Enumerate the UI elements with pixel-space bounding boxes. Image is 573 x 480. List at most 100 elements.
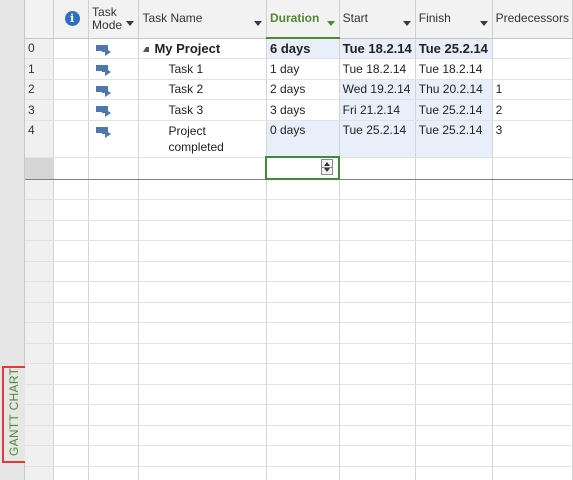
empty-cell[interactable] (339, 261, 416, 282)
empty-cell[interactable] (492, 261, 573, 282)
empty-cell[interactable] (415, 425, 493, 446)
predecessors-cell[interactable] (492, 58, 573, 80)
empty-cell[interactable] (415, 384, 493, 405)
empty-cell[interactable] (266, 363, 340, 385)
empty-cell[interactable] (266, 240, 340, 262)
empty-cell[interactable] (88, 302, 140, 323)
empty-cell[interactable] (53, 240, 90, 262)
empty-cell[interactable] (53, 220, 90, 241)
column-header-start[interactable]: Start (339, 0, 416, 39)
empty-cell[interactable] (88, 179, 140, 200)
select-all-corner[interactable] (25, 0, 54, 39)
empty-cell[interactable] (88, 384, 140, 405)
duration-cell[interactable]: 1 day (266, 58, 340, 80)
empty-cell[interactable] (492, 240, 573, 262)
empty-cell[interactable] (415, 445, 493, 467)
empty-row[interactable] (25, 384, 573, 405)
empty-cell[interactable] (138, 199, 267, 221)
task-mode-cell[interactable] (88, 58, 140, 80)
empty-cell[interactable] (415, 466, 493, 480)
start-cell[interactable] (339, 156, 416, 180)
table-row[interactable]: 3 Task 3 3 days Fri 21.2.14 Tue 25.2.14 … (25, 99, 573, 121)
empty-cell[interactable] (492, 425, 573, 446)
start-cell[interactable]: Fri 21.2.14 (339, 99, 416, 121)
start-cell[interactable]: Tue 25.2.14 (339, 120, 416, 158)
empty-cell[interactable] (492, 281, 573, 303)
empty-cell[interactable] (138, 404, 267, 426)
table-row[interactable]: 2 Task 2 2 days Wed 19.2.14 Thu 20.2.14 … (25, 79, 573, 100)
empty-row[interactable] (25, 220, 573, 241)
empty-cell[interactable] (492, 199, 573, 221)
empty-row[interactable] (25, 466, 573, 480)
empty-cell[interactable] (339, 343, 416, 364)
empty-cell[interactable] (266, 220, 340, 241)
empty-cell[interactable] (339, 179, 416, 200)
empty-row[interactable] (25, 302, 573, 323)
empty-cell[interactable] (339, 404, 416, 426)
empty-cell[interactable] (266, 322, 340, 344)
empty-cell[interactable] (415, 199, 493, 221)
empty-cell[interactable] (339, 363, 416, 385)
task-name-cell[interactable]: My Project (138, 38, 267, 59)
empty-cell[interactable] (88, 425, 140, 446)
task-mode-cell[interactable] (88, 38, 140, 59)
empty-cell[interactable] (53, 384, 90, 405)
row-id[interactable] (25, 384, 54, 405)
empty-cell[interactable] (88, 445, 140, 467)
view-bar[interactable]: GANTT CHART (0, 0, 27, 480)
empty-cell[interactable] (88, 199, 140, 221)
empty-cell[interactable] (53, 302, 90, 323)
empty-cell[interactable] (88, 281, 140, 303)
task-name-cell[interactable]: Task 3 (138, 99, 267, 121)
empty-row[interactable] (25, 425, 573, 446)
empty-row[interactable] (25, 199, 573, 221)
task-name-cell[interactable]: Task 2 (138, 79, 267, 100)
empty-cell[interactable] (88, 343, 140, 364)
empty-cell[interactable] (53, 363, 90, 385)
empty-row[interactable] (25, 343, 573, 364)
row-id[interactable]: 1 (25, 58, 54, 80)
empty-cell[interactable] (266, 179, 340, 200)
duration-input[interactable] (265, 156, 341, 180)
empty-cell[interactable] (53, 261, 90, 282)
empty-cell[interactable] (492, 322, 573, 344)
row-id[interactable]: 0 (25, 38, 54, 59)
task-mode-cell[interactable] (88, 156, 140, 180)
empty-cell[interactable] (138, 281, 267, 303)
empty-cell[interactable] (88, 261, 140, 282)
empty-cell[interactable] (415, 363, 493, 385)
empty-cell[interactable] (88, 322, 140, 344)
predecessors-cell[interactable]: 1 (492, 79, 573, 100)
column-header-indicators[interactable]: i (53, 0, 90, 39)
empty-cell[interactable] (266, 199, 340, 221)
row-id[interactable] (25, 425, 54, 446)
empty-cell[interactable] (339, 199, 416, 221)
indicator-cell[interactable] (53, 156, 90, 180)
column-header-task-name[interactable]: Task Name (138, 0, 267, 39)
empty-cell[interactable] (339, 445, 416, 467)
finish-cell[interactable]: Thu 20.2.14 (415, 79, 493, 100)
empty-cell[interactable] (53, 281, 90, 303)
column-header-task-mode[interactable]: Task Mode (88, 0, 140, 39)
empty-cell[interactable] (339, 322, 416, 344)
empty-cell[interactable] (266, 384, 340, 405)
empty-cell[interactable] (492, 220, 573, 241)
collapse-triangle-icon[interactable] (143, 46, 150, 52)
empty-cell[interactable] (88, 220, 140, 241)
start-cell[interactable]: Tue 18.2.14 (339, 58, 416, 80)
column-header-predecessors[interactable]: Predecessors (492, 0, 573, 39)
empty-cell[interactable] (138, 363, 267, 385)
empty-cell[interactable] (138, 220, 267, 241)
row-id[interactable] (25, 466, 54, 480)
task-name-cell[interactable]: Task 1 (138, 58, 267, 80)
empty-row[interactable] (25, 363, 573, 385)
finish-cell[interactable]: Tue 25.2.14 (415, 38, 493, 59)
row-id[interactable]: 3 (25, 99, 54, 121)
row-id[interactable]: 4 (25, 120, 54, 158)
empty-cell[interactable] (266, 445, 340, 467)
row-id[interactable] (25, 261, 54, 282)
empty-cell[interactable] (492, 466, 573, 480)
indicator-cell[interactable] (53, 38, 90, 59)
empty-cell[interactable] (138, 425, 267, 446)
empty-cell[interactable] (339, 240, 416, 262)
